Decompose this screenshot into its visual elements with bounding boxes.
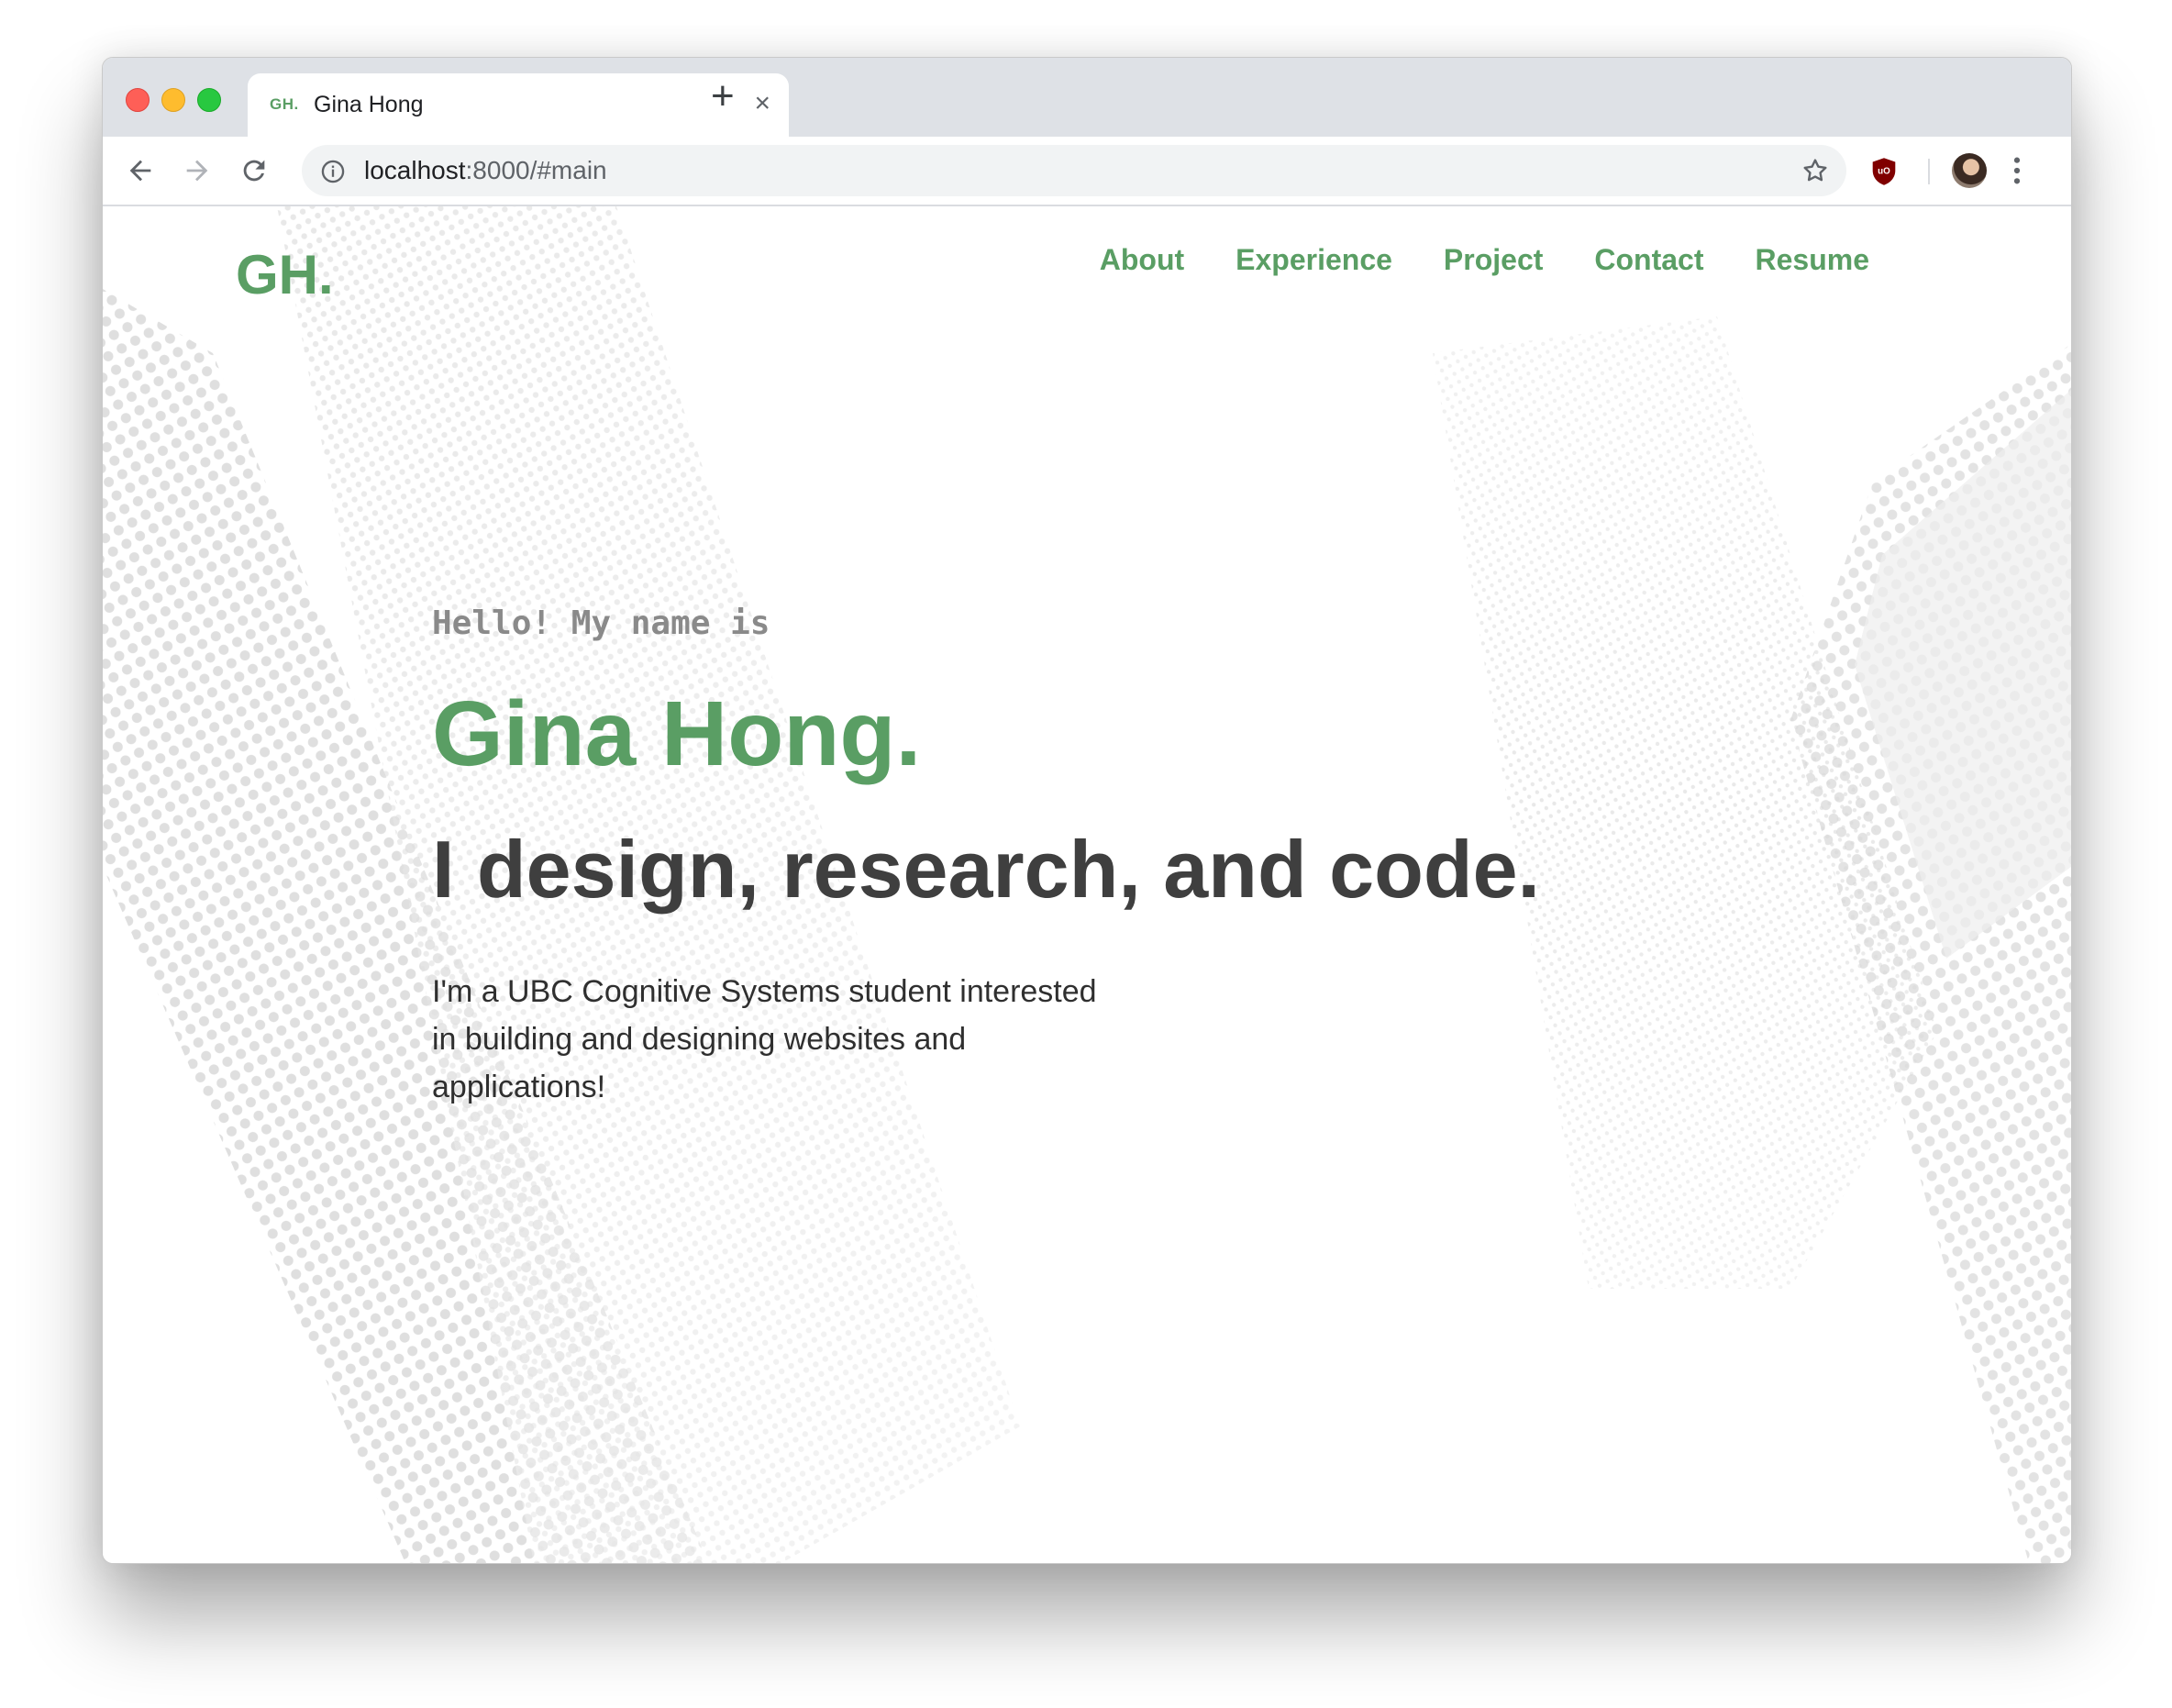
hero-tagline: I design, research, and code. bbox=[432, 824, 1540, 915]
close-window-button[interactable] bbox=[126, 88, 150, 112]
url-host: localhost bbox=[364, 156, 466, 184]
forward-arrow-icon[interactable] bbox=[182, 155, 213, 186]
hero-bio: I'm a UBC Cognitive Systems student inte… bbox=[432, 974, 1097, 1104]
nav-link-project[interactable]: Project bbox=[1444, 243, 1543, 277]
star-icon[interactable] bbox=[1801, 156, 1830, 185]
close-icon[interactable]: × bbox=[754, 90, 770, 117]
maximize-window-button[interactable] bbox=[197, 88, 221, 112]
url-text[interactable]: localhost:8000/#main bbox=[364, 156, 607, 185]
url-rest: :8000/#main bbox=[465, 156, 607, 184]
more-vert-icon[interactable] bbox=[2011, 155, 2023, 186]
browser-window: GH. Gina Hong × + localhost:8000/#main u… bbox=[102, 57, 2072, 1564]
minimize-window-button[interactable] bbox=[161, 88, 185, 112]
site-logo[interactable]: GH. bbox=[236, 243, 334, 306]
back-arrow-icon[interactable] bbox=[125, 155, 156, 186]
tab-title: Gina Hong bbox=[314, 92, 424, 117]
reload-icon[interactable] bbox=[238, 155, 270, 186]
tab-strip: GH. Gina Hong × + bbox=[103, 58, 2071, 137]
toolbar-divider bbox=[1928, 159, 1930, 184]
nav-link-about[interactable]: About bbox=[1100, 243, 1184, 277]
svg-text:uO: uO bbox=[1878, 166, 1890, 176]
greeting-text: Hello! My name is bbox=[432, 604, 770, 642]
address-bar[interactable]: localhost:8000/#main bbox=[302, 145, 1846, 196]
hero-name: Gina Hong. bbox=[432, 682, 922, 785]
browser-toolbar: localhost:8000/#main uO bbox=[103, 137, 2071, 206]
browser-tab[interactable]: GH. Gina Hong × bbox=[248, 73, 789, 137]
ublock-shield-icon[interactable]: uO bbox=[1870, 157, 1898, 186]
nav-link-resume[interactable]: Resume bbox=[1756, 243, 1870, 277]
info-icon[interactable] bbox=[320, 159, 346, 184]
nav-link-contact[interactable]: Contact bbox=[1594, 243, 1703, 277]
tab-favicon: GH. bbox=[270, 95, 299, 113]
profile-avatar[interactable] bbox=[1952, 153, 1987, 188]
site-nav: About Experience Project Contact Resume bbox=[1100, 243, 1869, 277]
web-page: GH. About Experience Project Contact Res… bbox=[103, 206, 2071, 1563]
plus-icon[interactable]: + bbox=[711, 76, 735, 116]
nav-link-experience[interactable]: Experience bbox=[1236, 243, 1392, 277]
